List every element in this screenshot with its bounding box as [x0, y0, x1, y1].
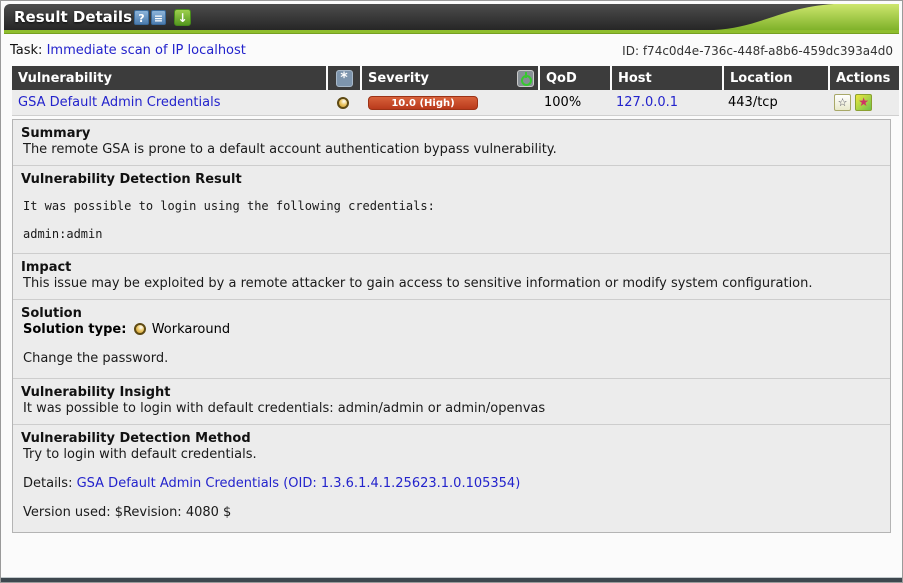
- col-header-severity: Severity: [360, 66, 538, 90]
- id-value: f74c0d4e-736c-448f-a8b6-459dc393a4d0: [643, 44, 893, 58]
- insight-body: It was possible to login with default cr…: [21, 401, 882, 416]
- impact-title: Impact: [21, 260, 882, 275]
- section-summary: Summary The remote GSA is prone to a def…: [13, 120, 890, 165]
- workaround-icon: [337, 97, 349, 109]
- result-id: ID: f74c0d4e-736c-448f-a8b6-459dc393a4d0: [622, 43, 893, 58]
- detection-result-title: Vulnerability Detection Result: [21, 172, 882, 187]
- actions-cell: ☆ ★: [828, 90, 899, 116]
- task-label: Task:: [10, 43, 42, 58]
- vulnerability-link[interactable]: GSA Default Admin Credentials: [18, 95, 220, 110]
- detection-result-line2: admin:admin: [21, 227, 882, 241]
- summary-body: The remote GSA is prone to a default acc…: [21, 142, 882, 157]
- green-swoosh-decoration: [714, 4, 899, 30]
- col-header-solution-type: *: [326, 66, 360, 90]
- col-header-location: Location: [722, 66, 828, 90]
- version-line: Version used: $Revision: 4080 $: [21, 505, 882, 520]
- detail-sections: Summary The remote GSA is prone to a def…: [12, 119, 891, 533]
- col-header-vulnerability: Vulnerability: [12, 66, 326, 90]
- section-insight: Vulnerability Insight It was possible to…: [13, 378, 890, 424]
- summary-title: Summary: [21, 126, 882, 141]
- solution-type-icon: *: [336, 70, 353, 87]
- list-icon[interactable]: ≡: [151, 10, 166, 25]
- nvt-details-link[interactable]: GSA Default Admin Credentials (OID: 1.3.…: [77, 476, 521, 491]
- qod-cell: 100%: [538, 90, 610, 116]
- vulnerability-cell: GSA Default Admin Credentials: [12, 90, 326, 116]
- task-link[interactable]: Immediate scan of IP localhost: [47, 43, 246, 58]
- host-link[interactable]: 127.0.0.1: [616, 95, 678, 110]
- task-line: ID: f74c0d4e-736c-448f-a8b6-459dc393a4d0…: [4, 34, 899, 66]
- solution-type-value: Workaround: [152, 322, 230, 337]
- section-detection-method: Vulnerability Detection Method Try to lo…: [13, 424, 890, 532]
- severity-bar: 10.0 (High): [368, 96, 478, 110]
- table-row: GSA Default Admin Credentials 10.0 (High…: [12, 90, 899, 116]
- add-override-icon[interactable]: ★: [855, 94, 872, 111]
- dynamic-severity-icon[interactable]: [517, 70, 534, 87]
- col-header-host: Host: [610, 66, 722, 90]
- help-icon[interactable]: ?: [134, 10, 149, 25]
- location-cell: 443/tcp: [722, 90, 828, 116]
- host-cell: 127.0.0.1: [610, 90, 722, 116]
- col-header-qod: QoD: [538, 66, 610, 90]
- section-solution: Solution Solution type: Workaround Chang…: [13, 299, 890, 378]
- col-header-actions: Actions: [828, 66, 899, 90]
- result-table: Vulnerability * Severity QoD Host Locati…: [12, 66, 899, 116]
- severity-header-label: Severity: [368, 71, 429, 86]
- title-bar: Result Details ? ≡ ↓: [4, 4, 899, 30]
- solution-type-line: Solution type: Workaround: [21, 322, 882, 337]
- impact-body: This issue may be exploited by a remote …: [21, 276, 882, 291]
- insight-title: Vulnerability Insight: [21, 385, 882, 400]
- solution-body: Change the password.: [21, 351, 882, 366]
- table-header-row: Vulnerability * Severity QoD Host Locati…: [12, 66, 899, 90]
- detection-result-line1: It was possible to login using the follo…: [21, 199, 882, 213]
- solution-type-label: Solution type:: [23, 322, 126, 337]
- solution-title: Solution: [21, 306, 882, 321]
- detection-method-title: Vulnerability Detection Method: [21, 431, 882, 446]
- section-detection-result: Vulnerability Detection Result It was po…: [13, 165, 890, 253]
- page-title: Result Details: [14, 8, 132, 26]
- add-note-icon[interactable]: ☆: [834, 94, 851, 111]
- workaround-icon: [134, 323, 146, 335]
- id-label: ID:: [622, 44, 639, 58]
- detection-method-body: Try to login with default credentials.: [21, 447, 882, 462]
- details-line: Details: GSA Default Admin Credentials (…: [21, 476, 882, 491]
- solution-type-cell: [326, 90, 360, 116]
- window-bottom-edge: [1, 577, 902, 582]
- download-icon[interactable]: ↓: [174, 9, 191, 26]
- severity-cell: 10.0 (High): [360, 90, 538, 116]
- section-impact: Impact This issue may be exploited by a …: [13, 253, 890, 299]
- result-details-page: Result Details ? ≡ ↓ ID: f74c0d4e-736c-4…: [0, 0, 903, 583]
- details-label: Details:: [23, 476, 72, 491]
